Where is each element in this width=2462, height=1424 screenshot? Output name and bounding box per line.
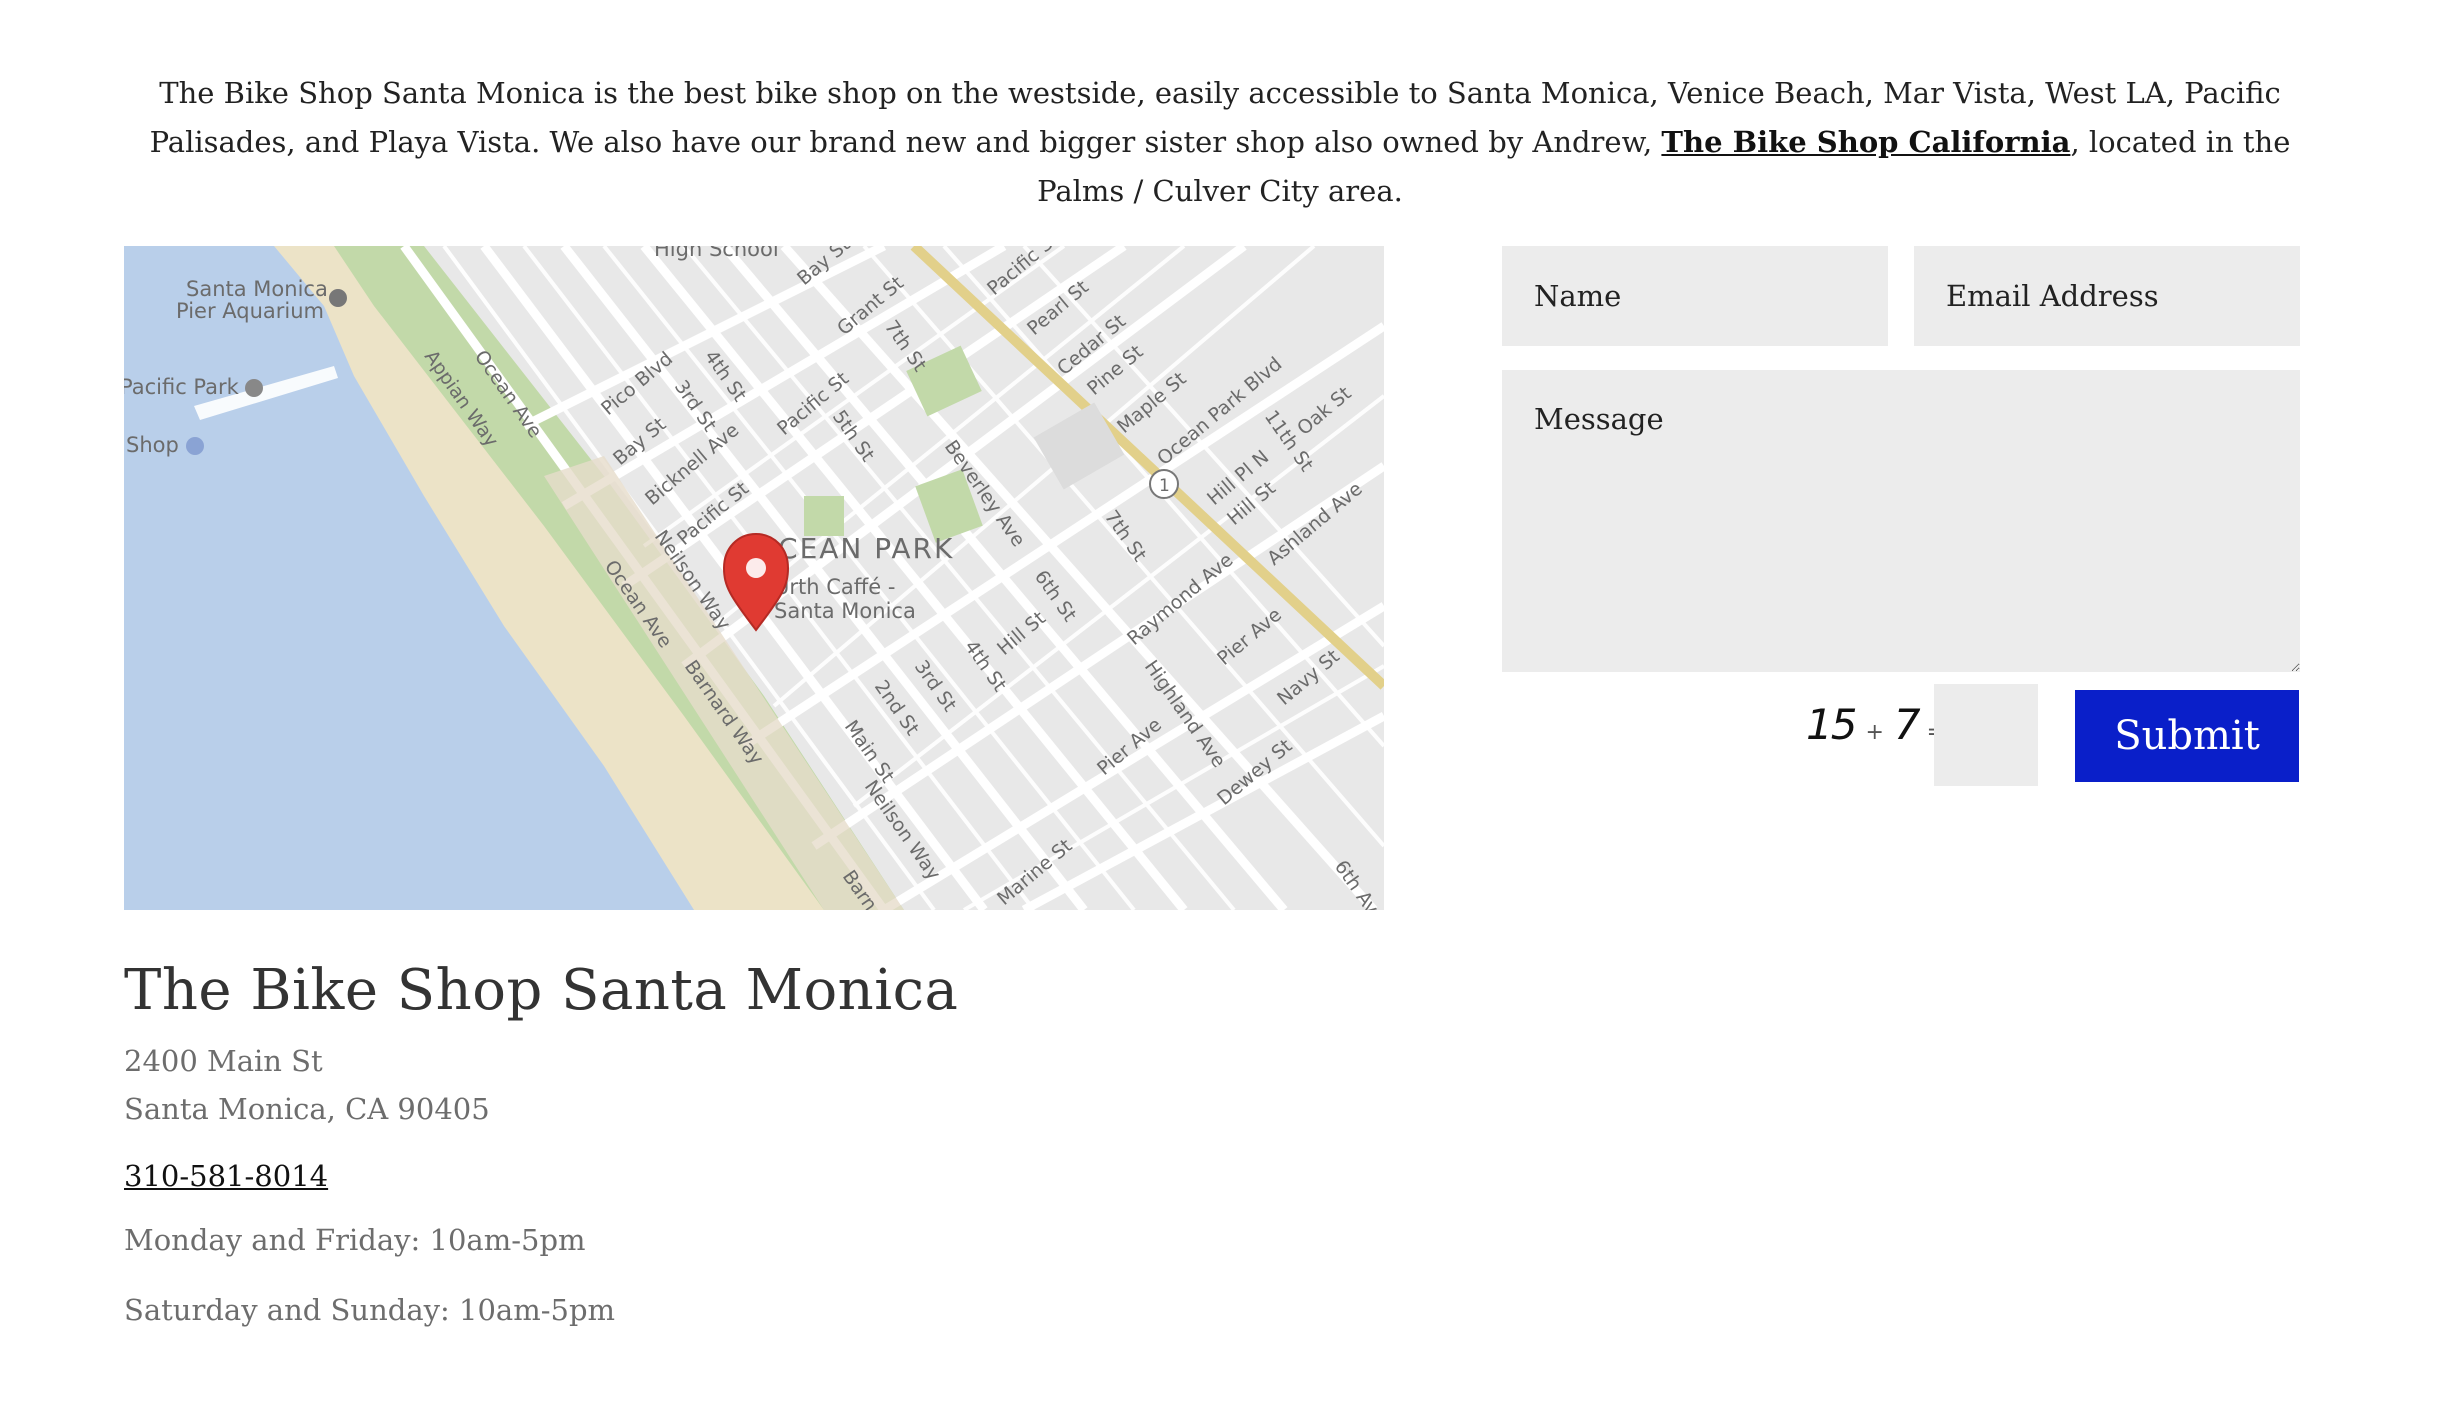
shop-info: The Bike Shop Santa Monica 2400 Main St … bbox=[124, 958, 958, 1327]
map-canvas: Santa Monica Pier Aquarium Pacific Park S… bbox=[124, 246, 1384, 910]
address-line-2: Santa Monica, CA 90405 bbox=[124, 1092, 490, 1126]
hours-weekend: Saturday and Sunday: 10am-5pm bbox=[124, 1293, 616, 1327]
address-line-1: 2400 Main St bbox=[124, 1044, 323, 1078]
google-map[interactable]: Santa Monica Pier Aquarium Pacific Park S… bbox=[124, 246, 1384, 910]
captcha-number-b: 7 bbox=[1893, 700, 1921, 749]
captcha-operator: + bbox=[1865, 720, 1884, 745]
email-field[interactable] bbox=[1914, 246, 2300, 346]
map-label-shop: Shop bbox=[126, 433, 179, 457]
map-label-aquarium: Santa Monica Pier Aquarium bbox=[176, 277, 328, 323]
phone-link[interactable]: 310-581-8014 bbox=[124, 1159, 328, 1193]
message-field[interactable] bbox=[1502, 370, 2300, 672]
name-field[interactable] bbox=[1502, 246, 1888, 346]
map-label-pacific-park: Pacific Park bbox=[124, 375, 240, 399]
shop-title: The Bike Shop Santa Monica bbox=[124, 958, 959, 1023]
map-label-high-school: High School bbox=[654, 246, 779, 261]
captcha-number-a: 15 bbox=[1806, 700, 1857, 749]
shop-address: 2400 Main St Santa Monica, CA 90405 bbox=[124, 1037, 958, 1133]
map-label-cafe: Urth Caffé -Santa Monica bbox=[774, 575, 916, 623]
sister-shop-link[interactable]: The Bike Shop California bbox=[1661, 125, 2070, 159]
route-shield-icon: 1 bbox=[1149, 469, 1179, 499]
svg-text:1: 1 bbox=[1159, 476, 1170, 496]
hours-weekday: Monday and Friday: 10am-5pm bbox=[124, 1223, 586, 1257]
intro-paragraph: The Bike Shop Santa Monica is the best b… bbox=[120, 69, 2320, 216]
submit-button[interactable]: Submit bbox=[2075, 690, 2299, 782]
captcha-answer-input[interactable] bbox=[1934, 684, 2038, 786]
captcha-question: 15+7= bbox=[1806, 700, 1945, 749]
